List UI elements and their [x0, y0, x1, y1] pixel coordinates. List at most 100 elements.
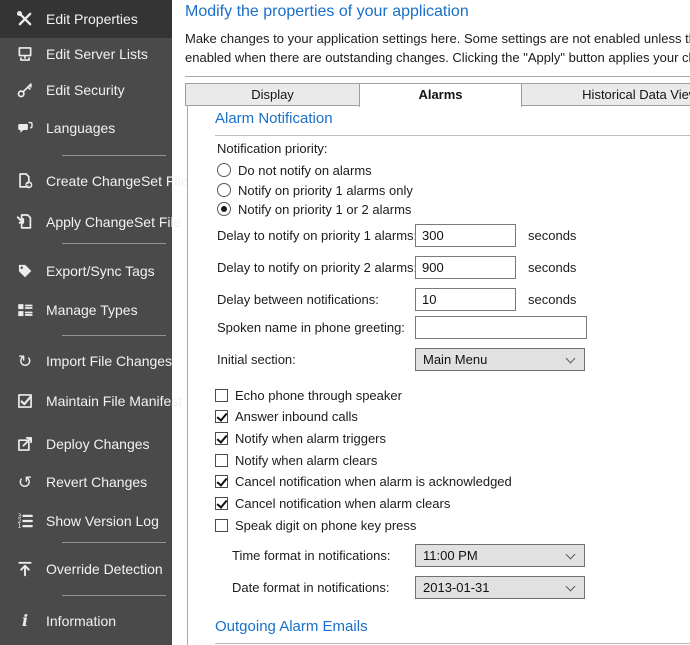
radio-button[interactable]	[217, 183, 231, 197]
sidebar-item-label: Information	[46, 613, 116, 629]
radio-button[interactable]	[217, 202, 231, 216]
sidebar-item-label: Apply ChangeSet File	[46, 214, 181, 230]
sidebar-separator	[62, 595, 166, 596]
section-underline	[215, 135, 690, 136]
section-heading-outgoing-alarm-emails: Outgoing Alarm Emails	[215, 618, 368, 635]
checked-box-icon	[15, 392, 35, 410]
tag-icon	[15, 262, 35, 280]
delay-priority-2-label: Delay to notify on priority 2 alarms:	[217, 260, 417, 275]
server-icon	[15, 45, 35, 63]
checkbox[interactable]	[215, 519, 228, 532]
sidebar-item-import-file-changes[interactable]: ↻ Import File Changes	[0, 341, 172, 381]
sidebar-item-label: Maintain File Manifest	[46, 393, 182, 409]
delay-priority-2-input[interactable]	[415, 256, 516, 279]
file-import-icon	[15, 213, 35, 231]
checkbox[interactable]	[215, 410, 228, 423]
date-format-dropdown[interactable]: 2013-01-31	[415, 576, 585, 599]
delay-priority-1-label: Delay to notify on priority 1 alarms:	[217, 228, 417, 243]
radio-button[interactable]	[217, 163, 231, 177]
checkbox-cancel-acknowledged[interactable]: Cancel notification when alarm is acknow…	[215, 472, 512, 490]
app-window: Edit Properties Edit Server Lists Edit S…	[0, 0, 690, 645]
sidebar-item-create-changeset-file[interactable]: Create ChangeSet File	[0, 161, 172, 201]
description-line-2: enabled when there are outstanding chang…	[185, 50, 690, 65]
sidebar-item-revert-changes[interactable]: ↺ Revert Changes	[0, 462, 172, 502]
sidebar: Edit Properties Edit Server Lists Edit S…	[0, 0, 172, 645]
seconds-suffix: seconds	[528, 260, 576, 275]
checkbox[interactable]	[215, 475, 228, 488]
checkbox-notify-clears[interactable]: Notify when alarm clears	[215, 451, 377, 469]
sidebar-item-show-version-log[interactable]: 321 Show Version Log	[0, 501, 172, 541]
checkbox[interactable]	[215, 454, 228, 467]
blocks-icon	[15, 301, 35, 319]
description-line-1: Make changes to your application setting…	[185, 31, 690, 46]
sidebar-item-label: Revert Changes	[46, 474, 147, 490]
checkbox-speak-digit[interactable]: Speak digit on phone key press	[215, 516, 416, 534]
delay-between-input[interactable]	[415, 288, 516, 311]
sidebar-separator	[62, 335, 166, 336]
chevron-down-icon	[566, 582, 576, 592]
sidebar-item-label: Edit Server Lists	[46, 46, 148, 62]
file-export-icon	[15, 172, 35, 190]
key-icon	[15, 81, 35, 99]
sidebar-item-apply-changeset-file[interactable]: Apply ChangeSet File	[0, 202, 172, 242]
svg-text:1: 1	[18, 523, 22, 530]
sidebar-item-label: Languages	[46, 120, 115, 136]
initial-section-label: Initial section:	[217, 352, 296, 367]
sidebar-separator	[62, 155, 166, 156]
sidebar-item-edit-properties[interactable]: Edit Properties	[0, 0, 172, 38]
checkbox[interactable]	[215, 432, 228, 445]
sidebar-item-deploy-changes[interactable]: Deploy Changes	[0, 424, 172, 464]
undo-icon: ↺	[15, 473, 35, 491]
version-log-icon: 321	[15, 512, 35, 530]
sidebar-item-label: Edit Properties	[46, 11, 138, 27]
tools-icon	[15, 10, 35, 28]
sidebar-item-label: Create ChangeSet File	[46, 173, 188, 189]
notification-priority-label: Notification priority:	[217, 141, 328, 156]
sidebar-item-edit-security[interactable]: Edit Security	[0, 70, 172, 110]
spoken-name-input[interactable]	[415, 316, 587, 339]
checkbox-answer-inbound[interactable]: Answer inbound calls	[215, 407, 358, 425]
sidebar-item-label: Export/Sync Tags	[46, 263, 155, 279]
radio-do-not-notify[interactable]: Do not notify on alarms	[217, 161, 372, 179]
radio-notify-priority-1-only[interactable]: Notify on priority 1 alarms only	[217, 181, 413, 199]
chevron-down-icon	[566, 550, 576, 560]
sidebar-item-information[interactable]: i Information	[0, 601, 172, 641]
delay-priority-1-input[interactable]	[415, 224, 516, 247]
checkbox-echo-phone[interactable]: Echo phone through speaker	[215, 386, 402, 404]
tab-panel-border	[187, 106, 188, 645]
sync-icon: ↻	[15, 352, 35, 370]
time-format-dropdown[interactable]: 11:00 PM	[415, 544, 585, 567]
sidebar-item-edit-server-lists[interactable]: Edit Server Lists	[0, 34, 172, 74]
sidebar-item-languages[interactable]: Languages	[0, 108, 172, 148]
checkbox[interactable]	[215, 389, 228, 402]
tab-historical-data-viewer[interactable]: Historical Data Viewer	[521, 83, 690, 106]
sidebar-item-export-sync-tags[interactable]: Export/Sync Tags	[0, 251, 172, 291]
checkbox[interactable]	[215, 497, 228, 510]
sidebar-item-maintain-file-manifest[interactable]: Maintain File Manifest	[0, 381, 172, 421]
deploy-icon	[15, 435, 35, 453]
seconds-suffix: seconds	[528, 228, 576, 243]
tab-alarms[interactable]: Alarms	[359, 83, 522, 107]
info-icon: i	[15, 612, 35, 630]
speech-bubbles-icon	[15, 119, 35, 137]
checkbox-cancel-clears[interactable]: Cancel notification when alarm clears	[215, 494, 450, 512]
spoken-name-label: Spoken name in phone greeting:	[217, 320, 405, 335]
tab-display[interactable]: Display	[185, 83, 360, 106]
sidebar-item-override-detection[interactable]: Override Detection	[0, 549, 172, 589]
section-heading-alarm-notification: Alarm Notification	[215, 110, 333, 127]
override-icon	[15, 560, 35, 578]
time-format-label: Time format in notifications:	[232, 548, 390, 563]
sidebar-separator	[62, 542, 166, 543]
chevron-down-icon	[566, 354, 576, 364]
sidebar-item-label: Deploy Changes	[46, 436, 150, 452]
checkbox-notify-triggers[interactable]: Notify when alarm triggers	[215, 429, 386, 447]
date-format-label: Date format in notifications:	[232, 580, 390, 595]
sidebar-item-label: Import File Changes	[46, 353, 172, 369]
sidebar-item-manage-types[interactable]: Manage Types	[0, 290, 172, 330]
initial-section-dropdown[interactable]: Main Menu	[415, 348, 585, 371]
radio-notify-priority-1-or-2[interactable]: Notify on priority 1 or 2 alarms	[217, 200, 411, 218]
sidebar-item-label: Edit Security	[46, 82, 125, 98]
delay-between-label: Delay between notifications:	[217, 292, 379, 307]
section-underline	[215, 643, 690, 644]
sidebar-item-label: Manage Types	[46, 302, 138, 318]
